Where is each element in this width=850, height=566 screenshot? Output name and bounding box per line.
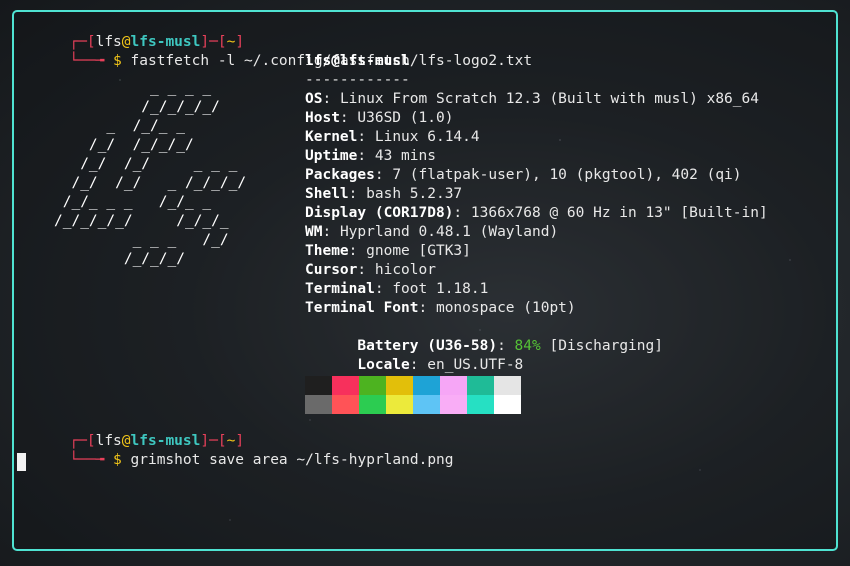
palette-swatch-normal xyxy=(305,376,332,395)
prompt-line-1: ┌─[lfs@lfs-musl]─[~] xyxy=(17,14,244,50)
palette-swatch-normal xyxy=(467,376,494,395)
logo-line: _ _ _ _ xyxy=(54,80,212,96)
palette-swatch-bright xyxy=(494,395,521,414)
info-key: Terminal Font xyxy=(305,300,419,316)
info-value: 43 mins xyxy=(374,148,436,164)
info-value: foot 1.18.1 xyxy=(392,281,489,297)
info-row: Uptime: 43 mins xyxy=(305,148,436,164)
command-line-1: └──╼ $ fastfetch -l ~/.config/fastfetch/… xyxy=(17,33,532,69)
palette-swatch-bright xyxy=(359,395,386,414)
info-value: en_US.UTF-8 xyxy=(427,357,524,373)
terminal-output[interactable]: ┌─[lfs@lfs-musl]─[~] └──╼ $ fastfetch -l… xyxy=(14,12,836,549)
battery-status: [Discharging] xyxy=(549,338,663,354)
palette-swatch-bright xyxy=(332,395,359,414)
lfs-ascii-logo: _ _ _ _ /_/_/_/_/ _ /_/_ _ /_/ /_/_/_/ /… xyxy=(54,79,246,269)
info-value: 7 (flatpak-user), 10 (pkgtool), 402 (qi) xyxy=(392,167,742,183)
logo-line: /_/ /_/ _ _ _ xyxy=(54,156,238,172)
palette-swatch-normal xyxy=(494,376,521,395)
prompt-tail: └──╼ xyxy=(69,452,105,468)
info-separator: ------------ xyxy=(305,72,410,88)
info-value: hicolor xyxy=(374,262,436,278)
info-row: Packages: 7 (flatpak-user), 10 (pkgtool)… xyxy=(305,167,742,183)
info-row: Display (COR17D8): 1366x768 @ 60 Hz in 1… xyxy=(305,205,768,221)
palette-swatch-bright xyxy=(305,395,332,414)
info-key: Cursor xyxy=(305,262,358,278)
palette-swatch-bright xyxy=(386,395,413,414)
info-row: Shell: bash 5.2.37 xyxy=(305,186,463,202)
prompt-tail: └──╼ xyxy=(69,53,105,69)
palette-swatch-bright xyxy=(467,395,494,414)
info-value: Hyprland 0.48.1 (Wayland) xyxy=(339,224,559,240)
logo-line: /_/_/_/_/ /_/_/_ xyxy=(54,213,229,229)
info-key: Kernel xyxy=(305,129,358,145)
info-key: Uptime xyxy=(305,148,358,164)
info-row: WM: Hyprland 0.48.1 (Wayland) xyxy=(305,224,559,240)
palette-swatch-bright xyxy=(413,395,440,414)
info-row: Terminal: foot 1.18.1 xyxy=(305,281,489,297)
info-row: Cursor: hicolor xyxy=(305,262,436,278)
prompt-line-2: ┌─[lfs@lfs-musl]─[~] xyxy=(17,413,244,449)
info-value: 1366x768 @ 60 Hz in 13" [Built-in] xyxy=(470,205,768,221)
logo-line: /_/ /_/_/_/ xyxy=(54,137,194,153)
palette-swatch-bright xyxy=(440,395,467,414)
info-row: Kernel: Linux 6.14.4 xyxy=(305,129,480,145)
info-key: Terminal xyxy=(305,281,375,297)
info-row-locale: Locale: en_US.UTF-8 xyxy=(357,357,524,373)
info-key: Locale xyxy=(357,357,410,373)
logo-line: /_/_/_/_/ xyxy=(54,99,220,115)
logo-line: /_/_/_/ xyxy=(54,251,185,267)
palette-swatch-normal xyxy=(413,376,440,395)
prompt-dollar: $ xyxy=(113,53,122,69)
info-row: Host: U36SD (1.0) xyxy=(305,110,454,126)
logo-line: /_/_ _ _ /_/_ _ xyxy=(54,194,212,210)
info-key: Display (COR17D8) xyxy=(305,205,454,221)
info-title: lfs@lfs-musl xyxy=(305,53,410,69)
info-value: U36SD (1.0) xyxy=(357,110,454,126)
info-key: Host xyxy=(305,110,340,126)
logo-line: _ /_/_ _ xyxy=(54,118,185,134)
info-key: Theme xyxy=(305,243,349,259)
info-key: Shell xyxy=(305,186,349,202)
info-key: WM xyxy=(305,224,323,240)
palette-swatch-normal xyxy=(386,376,413,395)
palette-swatch-normal xyxy=(440,376,467,395)
command-line-2: └──╼ $ grimshot save area ~/lfs-hyprland… xyxy=(17,432,453,468)
info-row: OS: Linux From Scratch 12.3 (Built with … xyxy=(305,91,759,107)
info-key: OS xyxy=(305,91,323,107)
logo-line: _ _ _ /_/ xyxy=(54,232,229,248)
info-row: Theme: gnome [GTK3] xyxy=(305,243,471,259)
info-value: monospace (10pt) xyxy=(435,300,576,316)
prompt-dollar: $ xyxy=(113,452,122,468)
command-text: grimshot save area ~/lfs-hyprland.png xyxy=(130,452,454,468)
palette-swatch-normal xyxy=(359,376,386,395)
info-key: Packages xyxy=(305,167,375,183)
terminal-window[interactable]: ┌─[lfs@lfs-musl]─[~] └──╼ $ fastfetch -l… xyxy=(12,10,838,551)
info-row-battery: Battery (U36-58): 84% [Discharging] xyxy=(357,338,663,354)
info-value: bash 5.2.37 xyxy=(366,186,463,202)
info-value: Linux From Scratch 12.3 (Built with musl… xyxy=(339,91,759,107)
info-row: Terminal Font: monospace (10pt) xyxy=(305,300,576,316)
logo-line: /_/ /_/ _ /_/_/_/ xyxy=(54,175,247,191)
info-value: Linux 6.14.4 xyxy=(374,129,480,145)
text-cursor[interactable] xyxy=(17,453,26,471)
info-value: gnome [GTK3] xyxy=(366,243,471,259)
palette-swatch-normal xyxy=(332,376,359,395)
